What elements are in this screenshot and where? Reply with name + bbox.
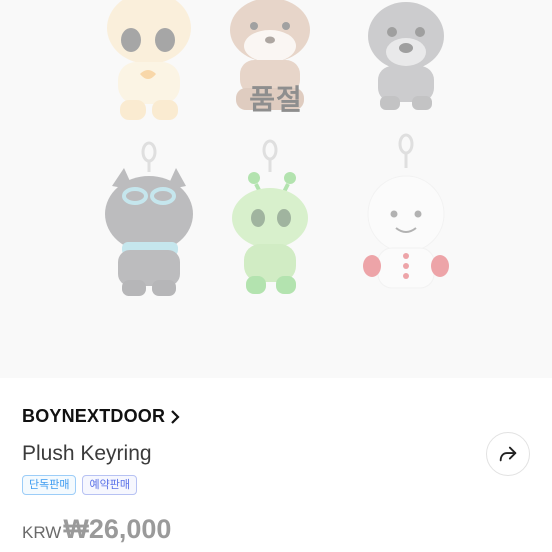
preorder-badge: 예약판매 — [82, 475, 137, 495]
exclusive-sale-badge: 단독판매 — [22, 475, 77, 495]
product-info: BOYNEXTDOOR Plush Keyring 단독판매 예약판매 KRW … — [0, 378, 552, 552]
brand-link[interactable]: BOYNEXTDOOR — [22, 406, 181, 427]
soldout-label: 품절 — [249, 83, 303, 116]
chevron-right-icon — [171, 409, 180, 424]
soldout-overlay — [0, 0, 552, 378]
price-row: KRW ₩26,000 — [22, 514, 171, 545]
badge-list: 단독판매 예약판매 — [22, 475, 137, 495]
product-image[interactable]: 품절 — [0, 0, 552, 378]
price-value: ₩26,000 — [63, 514, 172, 544]
brand-name: BOYNEXTDOOR — [22, 406, 166, 426]
share-arrow-icon — [499, 446, 517, 462]
currency-label: KRW — [22, 523, 62, 542]
share-button[interactable] — [486, 432, 530, 476]
product-name: Plush Keyring — [22, 442, 152, 465]
